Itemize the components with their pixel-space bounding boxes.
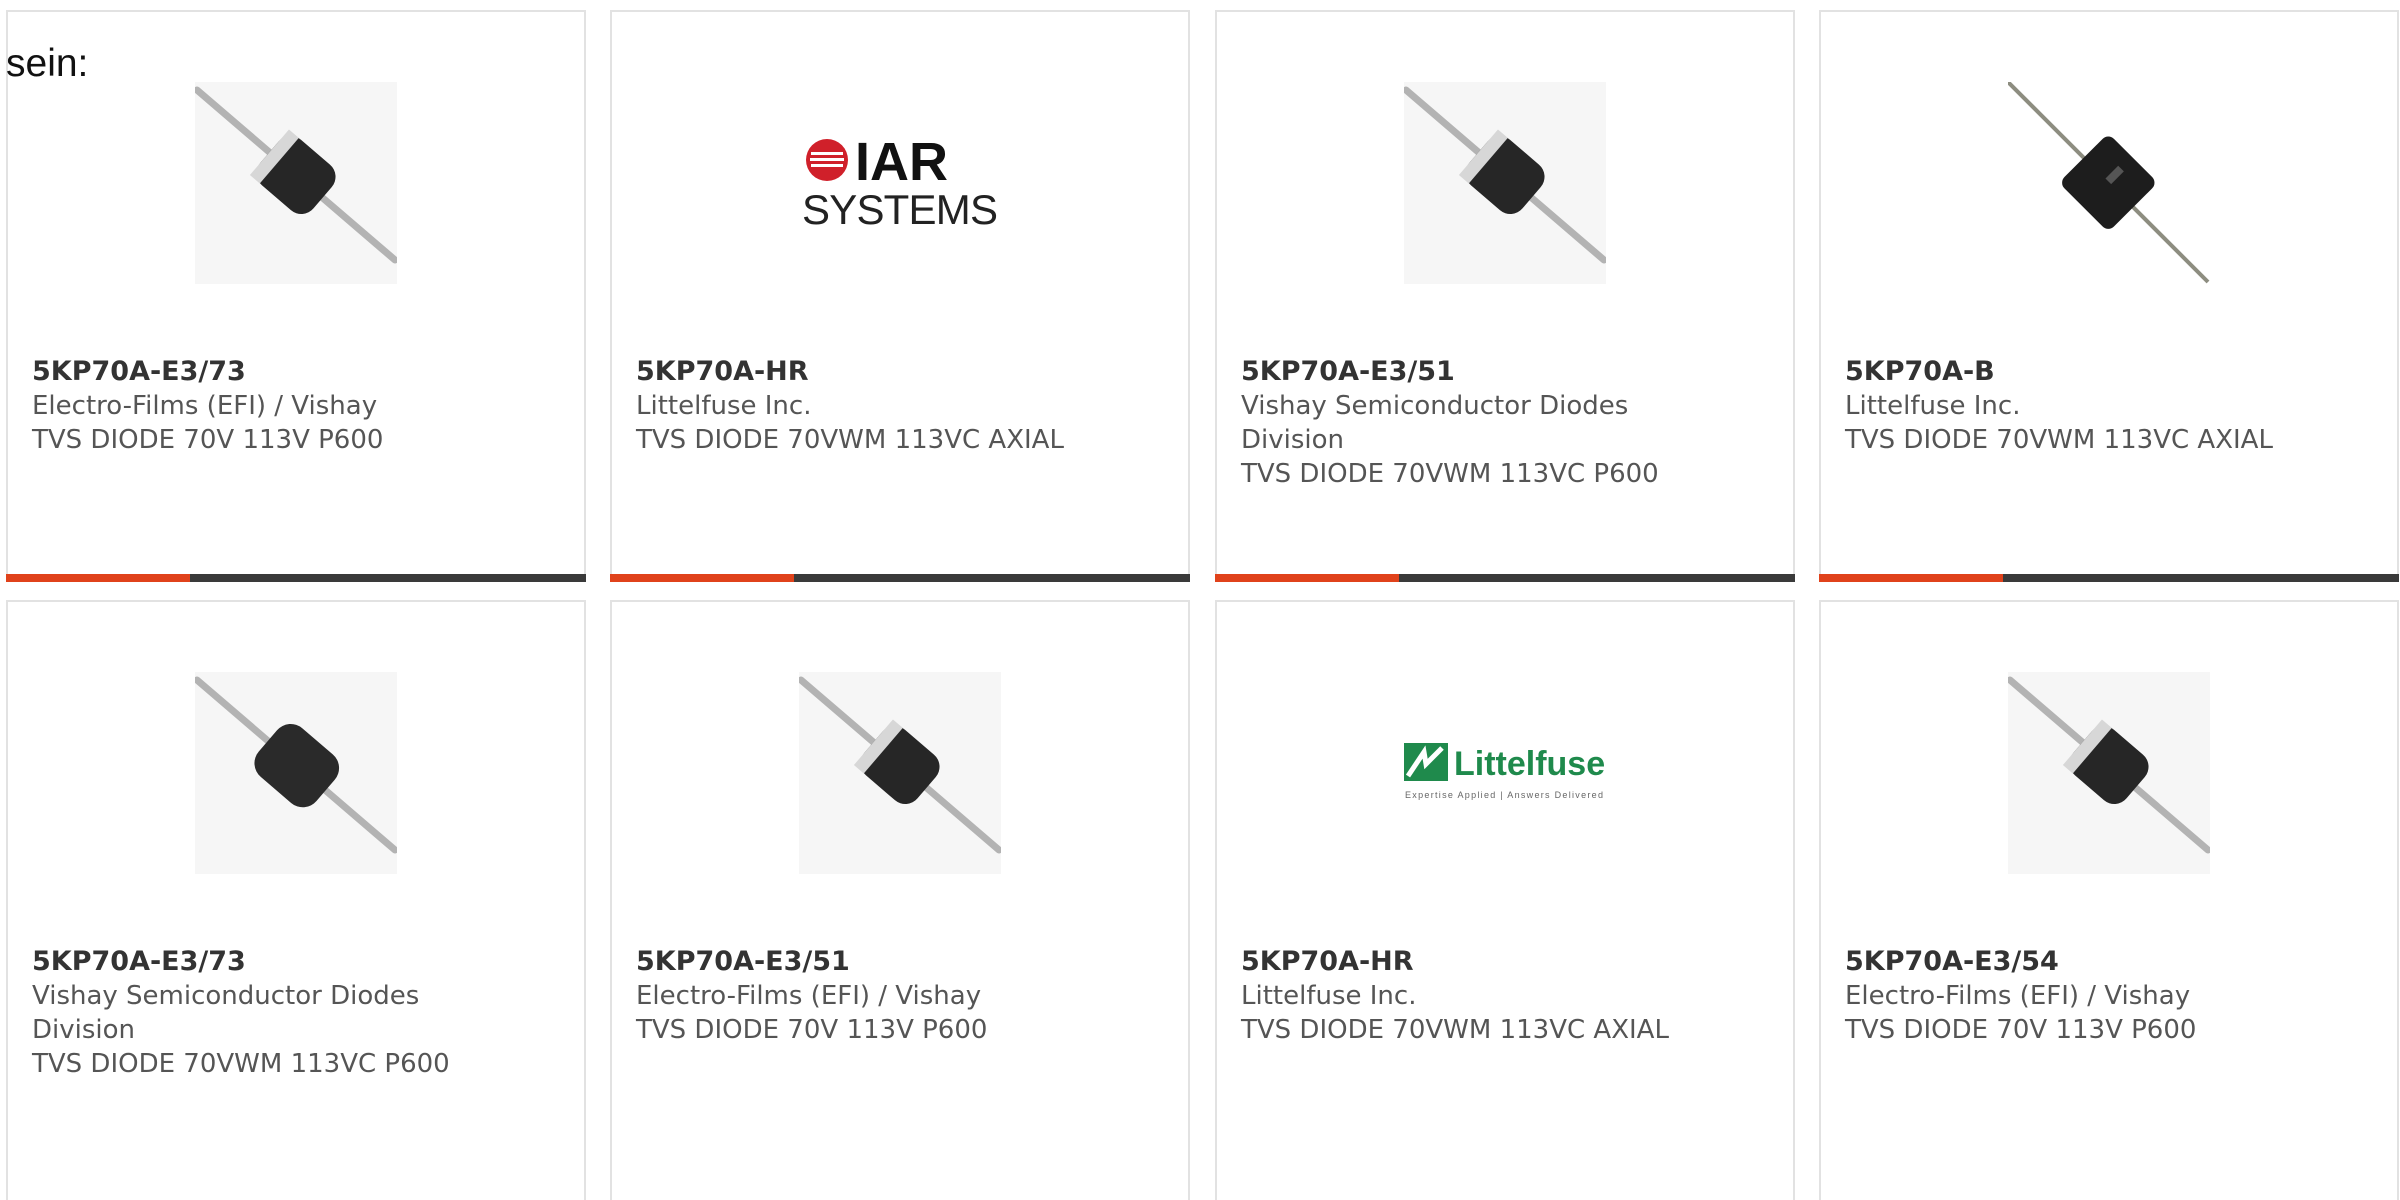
diode-axial-white-band-icon	[195, 82, 397, 284]
littelfuse-logo-name: Littelfuse	[1454, 745, 1605, 783]
intro-text: sein:	[6, 42, 89, 85]
manufacturer-line-1: Vishay Semiconductor Diodes	[1241, 391, 1629, 421]
iar-logo-top: IAR	[855, 132, 948, 192]
littelfuse-logo: Littelfuse Expertise Applied | Answers D…	[1404, 672, 1606, 874]
manufacturer: Electro-Films (EFI) / Vishay	[636, 981, 982, 1011]
diode-axial-white-band-icon	[2008, 672, 2210, 874]
product-card[interactable]: 5KP70A-B Littelfuse Inc. TVS DIODE 70VWM…	[1819, 10, 2399, 582]
card-bottom-bar	[1215, 574, 1795, 582]
part-number[interactable]: 5KP70A-E3/51	[1241, 355, 1773, 389]
diode-axial-square-icon	[2008, 82, 2210, 284]
manufacturer: Littelfuse Inc.	[1241, 981, 1417, 1011]
product-card[interactable]: IAR SYSTEMS 5KP70A-HR Littelfuse Inc. TV…	[610, 10, 1190, 582]
manufacturer-line-1: Vishay Semiconductor Diodes	[32, 981, 420, 1011]
description: TVS DIODE 70VWM 113VC P600	[32, 1049, 450, 1079]
part-number[interactable]: 5KP70A-HR	[1241, 945, 1773, 979]
part-number[interactable]: 5KP70A-E3/73	[32, 355, 564, 389]
description: TVS DIODE 70V 113V P600	[32, 425, 384, 455]
product-grid: 5KP70A-E3/73 Electro-Films (EFI) / Visha…	[0, 0, 2400, 1200]
card-accent-bar	[6, 574, 190, 582]
manufacturer: Littelfuse Inc.	[636, 391, 812, 421]
card-accent-bar	[1215, 574, 1399, 582]
iar-systems-logo: IAR SYSTEMS	[799, 82, 1001, 284]
description: TVS DIODE 70V 113V P600	[1845, 1015, 2197, 1045]
product-card[interactable]: 5KP70A-E3/51 Vishay Semiconductor Diodes…	[1215, 10, 1795, 582]
card-accent-bar	[1819, 574, 2003, 582]
product-card[interactable]: 5KP70A-E3/54 Electro-Films (EFI) / Visha…	[1819, 600, 2399, 1200]
description: TVS DIODE 70VWM 113VC AXIAL	[1845, 425, 2273, 455]
diode-axial-plain-icon	[195, 672, 397, 874]
part-number[interactable]: 5KP70A-E3/73	[32, 945, 564, 979]
card-accent-bar	[610, 574, 794, 582]
part-number[interactable]: 5KP70A-E3/54	[1845, 945, 2377, 979]
littelfuse-logo-tagline: Expertise Applied | Answers Delivered	[1405, 790, 1603, 800]
product-card[interactable]: 5KP70A-E3/73 Electro-Films (EFI) / Visha…	[6, 10, 586, 582]
description: TVS DIODE 70VWM 113VC AXIAL	[1241, 1015, 1669, 1045]
part-number[interactable]: 5KP70A-HR	[636, 355, 1168, 389]
description: TVS DIODE 70V 113V P600	[636, 1015, 988, 1045]
iar-logo-bottom: SYSTEMS	[802, 186, 998, 233]
card-bottom-bar	[1819, 574, 2399, 582]
part-number[interactable]: 5KP70A-E3/51	[636, 945, 1168, 979]
diode-axial-white-band-icon	[1404, 82, 1606, 284]
diode-axial-white-band-icon	[799, 672, 1001, 874]
manufacturer: Littelfuse Inc.	[1845, 391, 2021, 421]
description: TVS DIODE 70VWM 113VC AXIAL	[636, 425, 1064, 455]
card-bottom-bar	[610, 574, 1190, 582]
card-bottom-bar	[6, 574, 586, 582]
manufacturer-line-2: Division	[1241, 425, 1345, 455]
product-card[interactable]: 5KP70A-E3/73 Vishay Semiconductor Diodes…	[6, 600, 586, 1200]
product-card[interactable]: 5KP70A-E3/51 Electro-Films (EFI) / Visha…	[610, 600, 1190, 1200]
part-number[interactable]: 5KP70A-B	[1845, 355, 2377, 389]
manufacturer: Electro-Films (EFI) / Vishay	[1845, 981, 2191, 1011]
product-card[interactable]: Littelfuse Expertise Applied | Answers D…	[1215, 600, 1795, 1200]
manufacturer: Electro-Films (EFI) / Vishay	[32, 391, 378, 421]
description: TVS DIODE 70VWM 113VC P600	[1241, 459, 1659, 489]
manufacturer-line-2: Division	[32, 1015, 136, 1045]
